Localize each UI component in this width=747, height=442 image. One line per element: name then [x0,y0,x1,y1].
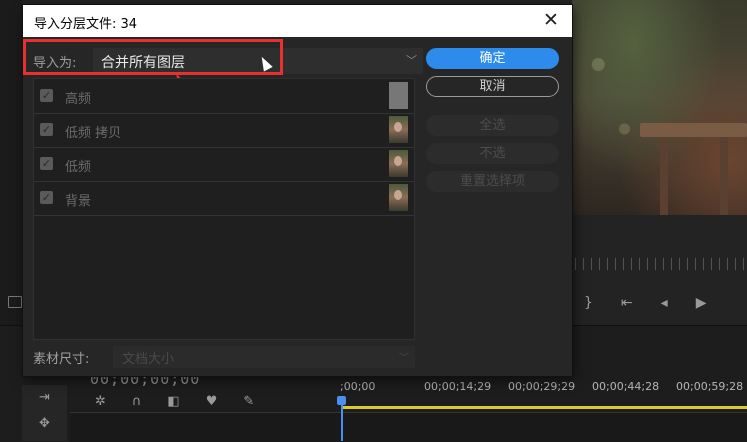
import-layered-file-dialog: 导入分层文件: 34 ✕ 导入为: 合并所有图层 ﹀ ✓ 高频 ✓ 低频 拷贝 … [23,5,572,376]
work-area-bar[interactable] [343,406,747,409]
layer-thumbnail [389,184,408,211]
select-none-button[interactable]: 不选 [426,143,559,164]
chevron-down-icon: ﹀ [399,353,409,364]
checkbox[interactable]: ✓ [40,191,53,204]
checkbox[interactable]: ✓ [40,123,53,136]
footage-size-select[interactable]: 文档大小 ﹀ [113,346,415,368]
playhead-handle[interactable] [337,396,346,405]
go-to-in-icon[interactable]: ⇤ [621,295,633,311]
layer-list: ✓ 高频 ✓ 低频 拷贝 ✓ 低频 ✓ 背景 [33,78,415,340]
wrench-icon[interactable]: ✎ [243,394,254,409]
playhead-line[interactable] [341,400,343,441]
ok-button[interactable]: 确定 [426,48,559,69]
ruler-tick: 00;00;29;29 [508,380,576,393]
layer-name: 低频 [65,160,92,175]
layer-thumbnail [389,150,408,177]
import-as-value: 合并所有图层 [101,55,185,71]
layer-thumbnail [389,82,408,109]
cancel-button[interactable]: 取消 [426,76,559,97]
layer-name: 背景 [65,194,92,209]
dialog-titlebar: 导入分层文件: 34 ✕ [23,5,572,37]
transport-controls: } ⇤ ◂ ▶ [584,292,747,314]
list-item[interactable]: ✓ 高频 [34,79,414,114]
monitor-controls: } ⇤ ◂ ▶ [572,215,747,325]
timeline-ruler: ;00;00 00;00;14;29 00;00;29;29 00;00;44;… [340,380,747,393]
table-image [640,123,747,137]
table-leg [720,137,728,215]
reset-selection-button[interactable]: 重置选择项 [426,171,559,192]
list-item[interactable]: ✓ 背景 [34,181,414,216]
track-select-icon[interactable]: ⇥ [22,385,67,411]
chevron-down-icon: ﹀ [406,54,417,67]
select-all-button[interactable]: 全选 [426,115,559,136]
timeline-tools: ✲ ∩ ◧ ♥ ✎ [95,394,254,409]
ruler-tick: 00;00;44;28 [592,380,660,393]
ruler-tick: ;00;00 [340,380,376,393]
add-marker-icon[interactable]: ♥ [206,394,218,409]
layer-thumbnail [389,116,408,143]
import-as-label: 导入为: [33,56,77,71]
layer-name: 高频 [65,92,92,107]
tool-panel: ⇥ ✥ [22,385,67,441]
step-back-icon[interactable]: ◂ [661,295,668,311]
checkbox[interactable]: ✓ [40,89,53,102]
list-item[interactable]: ✓ 低频 [34,147,414,182]
table-leg [660,137,668,215]
ruler-tick: 00;00;59;28 [676,380,744,393]
footage-size-value: 文档大小 [122,352,175,367]
snap-icon[interactable]: ∩ [132,394,142,409]
footage-size-label: 素材尺寸: [33,352,90,367]
mark-out-icon[interactable]: } [584,295,593,311]
nest-icon[interactable]: ✲ [95,394,106,409]
track-area[interactable] [70,412,747,442]
play-icon[interactable]: ▶ [696,295,707,311]
panel-icon[interactable] [8,296,22,308]
ripple-edit-icon[interactable]: ✥ [22,411,67,437]
ruler-tick: 00;00;14;29 [424,380,492,393]
close-icon[interactable]: ✕ [540,9,562,31]
linked-selection-icon[interactable]: ◧ [167,394,179,409]
dialog-title: 导入分层文件: 34 [34,17,138,32]
layer-name: 低频 拷贝 [65,126,122,141]
checkbox[interactable]: ✓ [40,157,53,170]
list-item[interactable]: ✓ 低频 拷贝 [34,113,414,148]
monitor-ruler [575,258,747,270]
